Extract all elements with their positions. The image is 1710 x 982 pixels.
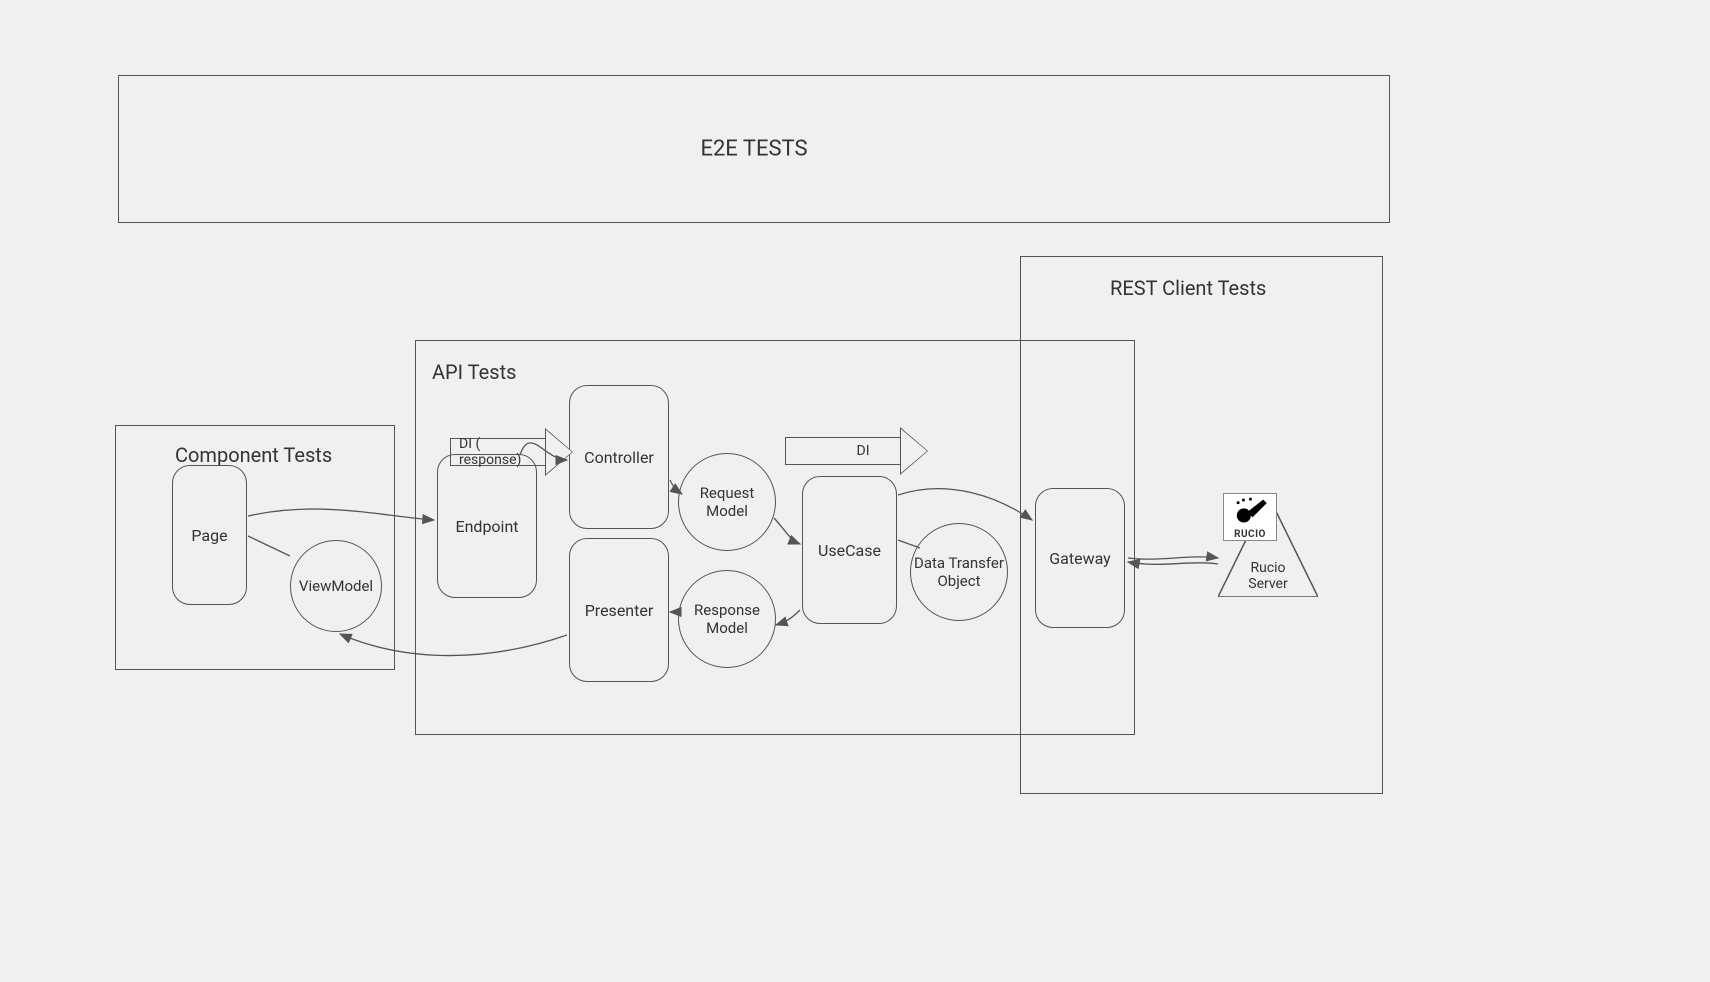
rucio-logo: RUCIO <box>1223 493 1277 541</box>
rucio-logo-text: RUCIO <box>1234 529 1266 540</box>
component-tests-title: Component Tests <box>175 443 332 467</box>
arrow-di-response: DI ( response) <box>450 428 573 476</box>
node-gateway: Gateway <box>1035 488 1125 628</box>
node-viewmodel: ViewModel <box>290 540 382 632</box>
node-request-model-label: Request Model <box>679 484 775 520</box>
rest-client-tests-title: REST Client Tests <box>1110 276 1266 300</box>
e2e-tests-title: E2E TESTS <box>700 137 807 162</box>
node-request-model: Request Model <box>678 453 776 551</box>
node-controller: Controller <box>569 385 669 529</box>
node-presenter-label: Presenter <box>585 601 654 620</box>
api-tests-title: API Tests <box>432 360 516 384</box>
node-presenter: Presenter <box>569 538 669 682</box>
node-endpoint-label: Endpoint <box>455 517 518 536</box>
node-viewmodel-label: ViewModel <box>299 577 373 595</box>
arrow-di-label: DI <box>817 443 870 459</box>
node-page-label: Page <box>191 526 227 545</box>
arrow-di: DI <box>785 427 928 475</box>
container-e2e-tests: E2E TESTS <box>118 75 1390 223</box>
node-response-model: Response Model <box>678 570 776 668</box>
arrow-di-response-label: DI ( response) <box>459 436 537 468</box>
node-controller-label: Controller <box>584 448 654 467</box>
node-dto: Data Transfer Object <box>910 523 1008 621</box>
node-page: Page <box>172 465 247 605</box>
node-response-model-label: Response Model <box>679 601 775 637</box>
node-rucio-server-label: Rucio Server <box>1228 560 1308 592</box>
node-gateway-label: Gateway <box>1049 549 1111 568</box>
node-usecase: UseCase <box>802 476 897 624</box>
node-usecase-label: UseCase <box>818 541 881 560</box>
node-dto-label: Data Transfer Object <box>911 554 1007 590</box>
